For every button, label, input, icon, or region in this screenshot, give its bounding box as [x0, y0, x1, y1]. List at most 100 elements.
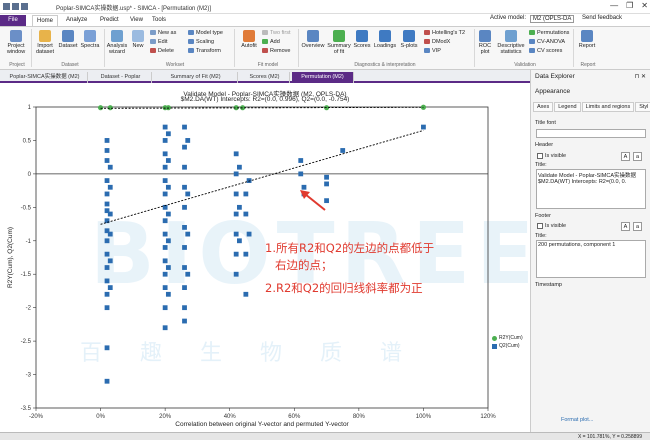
tab-style[interactable]: Styl	[635, 102, 650, 112]
header-text-field[interactable]: Validate Model - Poplar-SIMCA实操数据 $M2.DA…	[536, 169, 646, 209]
tab-view[interactable]: View	[126, 15, 147, 26]
remove-button[interactable]: Remove	[262, 48, 290, 55]
pin-icon[interactable]: ⊓ ✕	[635, 73, 646, 80]
timestamp-section-label[interactable]: Timestamp	[535, 282, 562, 288]
analysis-wizard-button[interactable]: Analysis wizard	[106, 30, 128, 55]
loadings-button[interactable]: Loadings	[373, 30, 397, 49]
add-button[interactable]: Add	[262, 39, 280, 46]
overview-button[interactable]: Overview	[301, 30, 325, 49]
q2-point	[104, 148, 110, 153]
scaling-button[interactable]: Scaling	[188, 39, 214, 46]
hotellings-button[interactable]: Hotelling's T2	[424, 30, 465, 37]
tab-axes[interactable]: Axes	[533, 102, 554, 112]
spectra-button[interactable]: Spectra	[79, 30, 101, 49]
footer-increase-font-button[interactable]: A	[621, 222, 630, 231]
title-font-select[interactable]	[536, 129, 646, 138]
tab-file[interactable]: File	[0, 15, 26, 26]
doc-tab-permutation[interactable]: Permutation (M2)	[292, 72, 354, 83]
q2-point	[298, 158, 304, 163]
q2-point	[324, 174, 329, 180]
q2-point	[107, 231, 113, 237]
footer-decrease-font-button[interactable]: a	[633, 222, 642, 231]
autofit-button[interactable]: Autofit	[238, 30, 260, 49]
doc-tab-dataset[interactable]: Dataset - Poplar	[90, 72, 152, 83]
s-plots-button[interactable]: S-plots	[398, 30, 420, 49]
close-button[interactable]: ✕	[641, 1, 648, 10]
maximize-button[interactable]: ❐	[626, 1, 633, 10]
footer-text-field[interactable]: 200 permutations, component 1	[536, 240, 646, 278]
q2-point	[340, 148, 346, 153]
appearance-label: Appearance	[535, 88, 571, 95]
doc-tab-summary[interactable]: Summary of Fit (M2)	[154, 72, 238, 83]
q2-point	[104, 378, 110, 384]
cv-scores-button[interactable]: CV scores	[529, 48, 562, 55]
header-visible-checkbox[interactable]: Is visible	[537, 153, 566, 159]
ribbon: Project window Import dataset Dataset Sp…	[0, 26, 650, 70]
tab-predict[interactable]: Predict	[96, 15, 123, 26]
footer-visible-checkbox[interactable]: Is visible	[537, 223, 566, 229]
q2-point	[162, 325, 168, 331]
q2-point	[185, 231, 191, 237]
send-feedback-link[interactable]: Send feedback	[582, 15, 622, 21]
q2-point	[104, 201, 110, 207]
scores-button[interactable]: Scores	[352, 30, 372, 49]
cv-anova-button[interactable]: CV-ANOVA	[529, 39, 565, 46]
doc-tab-scores[interactable]: Scores (M2)	[240, 72, 290, 83]
q2-point	[104, 278, 110, 284]
active-model-select[interactable]: M2 (OPLS-DA	[530, 15, 575, 23]
summary-of-fit-button[interactable]: Summary of fit	[327, 30, 351, 55]
increase-font-button[interactable]: A	[621, 152, 630, 161]
dataset-button[interactable]: Dataset	[58, 30, 78, 49]
redo-icon[interactable]	[21, 3, 28, 10]
project-window-button[interactable]: Project window	[4, 30, 28, 55]
y-tick-label: -1.5	[21, 272, 32, 278]
edit-button[interactable]: Edit	[150, 39, 167, 46]
new-as-button[interactable]: New as	[150, 30, 176, 37]
permutation-plot[interactable]: BIOTREE 百趣生物质谱 Validate Model - Poplar-S…	[0, 85, 534, 430]
tab-analyze[interactable]: Analyze	[62, 15, 91, 26]
doc-tab-model[interactable]: Poplar-SIMCA实操数据 (M2)	[2, 72, 88, 83]
scatter-chart[interactable]: -20% 0% 20% 40% 60% 80% 100% 120% 1 0.5 0 -0.5 -1 -1.…	[0, 85, 530, 430]
x-tick-label: 120%	[480, 414, 496, 420]
q2-point	[104, 238, 110, 244]
delete-button[interactable]: Delete	[150, 48, 174, 55]
new-button[interactable]: New	[130, 30, 146, 49]
tab-legend[interactable]: Legend	[554, 102, 581, 112]
y-tick-label: 1	[28, 105, 32, 111]
format-plot-link[interactable]: Format plot...	[561, 417, 593, 423]
tab-tools[interactable]: Tools	[148, 15, 170, 26]
dmodx-button[interactable]: DModX	[424, 39, 450, 46]
legend-swatch-r2	[492, 335, 497, 341]
roc-plot-button[interactable]: ROC plot	[476, 30, 494, 55]
q2-point	[233, 271, 239, 277]
model-type-button[interactable]: Model type	[188, 30, 223, 37]
q2-point	[233, 191, 239, 197]
y-tick-label: -2.5	[21, 339, 32, 345]
undo-icon[interactable]	[12, 3, 19, 10]
vip-button[interactable]: VIP	[424, 48, 441, 55]
q2-point	[237, 238, 242, 244]
group-label-report: Report	[580, 62, 596, 68]
tab-home[interactable]: Home	[32, 15, 59, 26]
report-button[interactable]: Report	[576, 30, 598, 49]
q2-point	[162, 258, 168, 264]
descriptive-statistics-button[interactable]: Descriptive statistics	[495, 30, 527, 55]
y-tick-label: -3.5	[21, 406, 32, 412]
y-axis-label: R2Y(Cum), Q2(Cum)	[7, 227, 14, 288]
q2-point	[233, 171, 239, 177]
roc-icon	[479, 30, 491, 42]
minimize-button[interactable]: —	[610, 1, 618, 10]
transform-button[interactable]: Transform	[188, 48, 221, 55]
quick-access-toolbar[interactable]	[3, 3, 28, 10]
import-dataset-button[interactable]: Import dataset	[34, 30, 56, 55]
permutations-button[interactable]: Permutations	[529, 30, 569, 37]
save-icon[interactable]	[3, 3, 10, 10]
x-tick-label: 20%	[159, 414, 172, 420]
q2-point	[243, 211, 249, 217]
tab-limits[interactable]: Limits and regions	[581, 102, 635, 112]
q2-point	[165, 131, 171, 137]
two-first-button[interactable]: Two first	[262, 30, 290, 37]
q2-point	[104, 251, 110, 257]
q2-point	[182, 285, 187, 290]
decrease-font-button[interactable]: a	[633, 152, 642, 161]
